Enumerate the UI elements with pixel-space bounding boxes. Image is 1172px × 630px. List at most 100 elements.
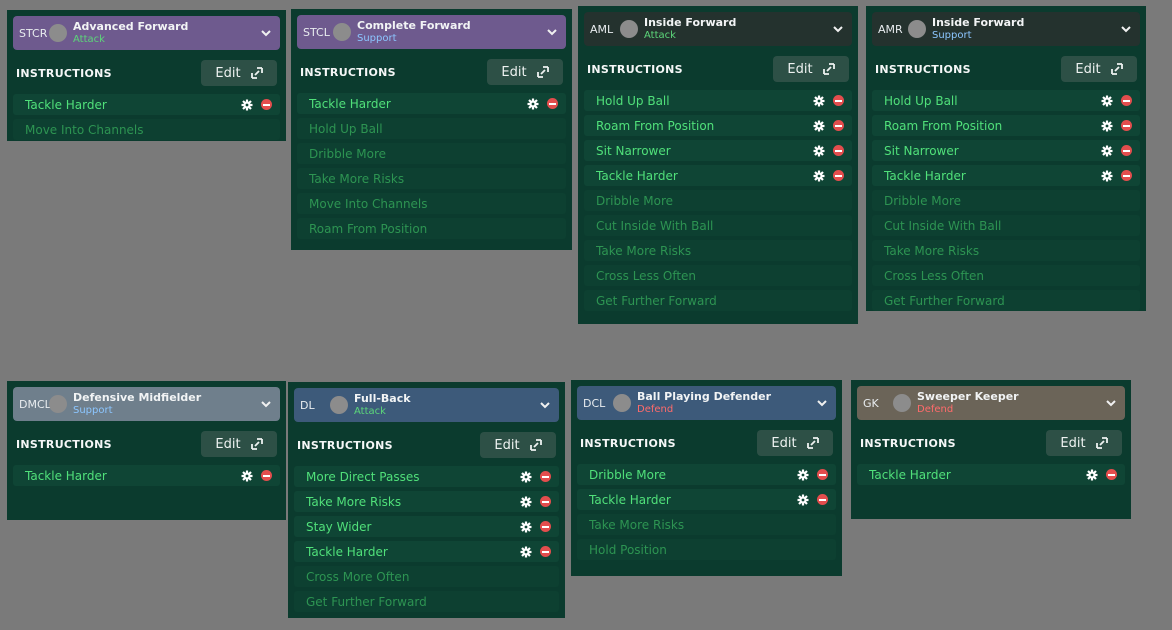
edit-button[interactable]: Edit xyxy=(773,56,849,82)
remove-icon[interactable] xyxy=(1121,95,1132,106)
remove-icon[interactable] xyxy=(547,98,558,109)
instruction-item[interactable]: Tackle Harder xyxy=(13,465,280,486)
instruction-item[interactable]: Dribble More xyxy=(577,464,836,485)
instruction-item[interactable]: Roam From Position xyxy=(584,115,852,136)
gear-icon[interactable] xyxy=(813,170,825,182)
remove-icon[interactable] xyxy=(1121,170,1132,181)
remove-icon[interactable] xyxy=(540,521,551,532)
gear-icon[interactable] xyxy=(241,99,253,111)
remove-icon[interactable] xyxy=(540,471,551,482)
instruction-item[interactable]: Tackle Harder xyxy=(297,93,566,114)
remove-icon[interactable] xyxy=(833,120,844,131)
instruction-item[interactable]: Get Further Forward xyxy=(294,591,559,612)
gear-icon[interactable] xyxy=(520,496,532,508)
chevron-down-icon[interactable] xyxy=(832,23,844,35)
gear-icon[interactable] xyxy=(1086,469,1098,481)
instruction-item[interactable]: Move Into Channels xyxy=(13,119,280,140)
remove-icon[interactable] xyxy=(1121,145,1132,156)
gear-icon[interactable] xyxy=(1101,120,1113,132)
instruction-item[interactable]: Get Further Forward xyxy=(584,290,852,311)
edit-button[interactable]: Edit xyxy=(1046,430,1122,456)
instruction-item[interactable]: Hold Position xyxy=(577,539,836,560)
gear-icon[interactable] xyxy=(527,98,539,110)
edit-button[interactable]: Edit xyxy=(201,60,277,86)
remove-icon[interactable] xyxy=(833,95,844,106)
gear-icon[interactable] xyxy=(520,521,532,533)
instruction-item[interactable]: Roam From Position xyxy=(872,115,1140,136)
instruction-item[interactable]: Tackle Harder xyxy=(577,489,836,510)
instruction-item[interactable]: Dribble More xyxy=(584,190,852,211)
instruction-item[interactable]: Roam From Position xyxy=(297,218,566,239)
gear-icon[interactable] xyxy=(1101,145,1113,157)
gear-icon[interactable] xyxy=(813,120,825,132)
instruction-item[interactable]: Dribble More xyxy=(297,143,566,164)
remove-icon[interactable] xyxy=(817,469,828,480)
instruction-item[interactable]: Tackle Harder xyxy=(294,541,559,562)
chevron-down-icon[interactable] xyxy=(260,27,272,39)
instruction-item[interactable]: Hold Up Ball xyxy=(297,118,566,139)
edit-button[interactable]: Edit xyxy=(487,59,563,85)
gear-icon[interactable] xyxy=(520,471,532,483)
instruction-item[interactable]: More Direct Passes xyxy=(294,466,559,487)
instruction-item[interactable]: Tackle Harder xyxy=(13,94,280,115)
remove-icon[interactable] xyxy=(540,496,551,507)
remove-icon[interactable] xyxy=(833,145,844,156)
instruction-item[interactable]: Cross Less Often xyxy=(584,265,852,286)
chevron-down-icon[interactable] xyxy=(260,398,272,410)
instruction-item[interactable]: Dribble More xyxy=(872,190,1140,211)
instruction-item[interactable]: Cut Inside With Ball xyxy=(584,215,852,236)
gear-icon[interactable] xyxy=(797,469,809,481)
gear-icon[interactable] xyxy=(1101,170,1113,182)
instruction-item[interactable]: Take More Risks xyxy=(577,514,836,535)
instruction-item[interactable]: Take More Risks xyxy=(584,240,852,261)
gear-icon[interactable] xyxy=(813,95,825,107)
role-header[interactable]: DCL Ball Playing Defender Defend xyxy=(577,386,836,420)
role-header[interactable]: STCR Advanced Forward Attack xyxy=(13,16,280,50)
chevron-down-icon[interactable] xyxy=(539,399,551,411)
edit-button[interactable]: Edit xyxy=(201,431,277,457)
instruction-item[interactable]: Hold Up Ball xyxy=(872,90,1140,111)
instruction-item[interactable]: Take More Risks xyxy=(872,240,1140,261)
edit-button[interactable]: Edit xyxy=(480,432,556,458)
remove-icon[interactable] xyxy=(1121,120,1132,131)
instruction-item[interactable]: Cross Less Often xyxy=(872,265,1140,286)
instruction-item[interactable]: Move Into Channels xyxy=(297,193,566,214)
instruction-item[interactable]: Cut Inside With Ball xyxy=(872,215,1140,236)
chevron-down-icon[interactable] xyxy=(1120,23,1132,35)
edit-button[interactable]: Edit xyxy=(1061,56,1137,82)
role-header[interactable]: STCL Complete Forward Support xyxy=(297,15,566,49)
role-header[interactable]: AMR Inside Forward Support xyxy=(872,12,1140,46)
remove-icon[interactable] xyxy=(261,470,272,481)
role-header[interactable]: DL Full-Back Attack xyxy=(294,388,559,422)
role-name: Advanced Forward xyxy=(73,20,189,33)
instruction-item[interactable]: Tackle Harder xyxy=(584,165,852,186)
role-header[interactable]: GK Sweeper Keeper Defend xyxy=(857,386,1125,420)
role-header[interactable]: DMCL Defensive Midfielder Support xyxy=(13,387,280,421)
instruction-item[interactable]: Take More Risks xyxy=(297,168,566,189)
remove-icon[interactable] xyxy=(261,99,272,110)
chevron-down-icon[interactable] xyxy=(546,26,558,38)
instruction-item[interactable]: Tackle Harder xyxy=(872,165,1140,186)
gear-icon[interactable] xyxy=(241,470,253,482)
instruction-item[interactable]: Get Further Forward xyxy=(872,290,1140,311)
remove-icon[interactable] xyxy=(817,494,828,505)
instruction-item[interactable]: Cross More Often xyxy=(294,566,559,587)
remove-icon[interactable] xyxy=(540,546,551,557)
edit-button-label: Edit xyxy=(215,436,241,452)
instruction-item[interactable]: Take More Risks xyxy=(294,491,559,512)
remove-icon[interactable] xyxy=(833,170,844,181)
edit-button[interactable]: Edit xyxy=(757,430,833,456)
gear-icon[interactable] xyxy=(797,494,809,506)
gear-icon[interactable] xyxy=(1101,95,1113,107)
chevron-down-icon[interactable] xyxy=(816,397,828,409)
chevron-down-icon[interactable] xyxy=(1105,397,1117,409)
role-header[interactable]: AML Inside Forward Attack xyxy=(584,12,852,46)
instruction-item[interactable]: Sit Narrower xyxy=(584,140,852,161)
remove-icon[interactable] xyxy=(1106,469,1117,480)
instruction-item[interactable]: Stay Wider xyxy=(294,516,559,537)
instruction-item[interactable]: Hold Up Ball xyxy=(584,90,852,111)
gear-icon[interactable] xyxy=(520,546,532,558)
gear-icon[interactable] xyxy=(813,145,825,157)
instruction-item[interactable]: Sit Narrower xyxy=(872,140,1140,161)
instruction-item[interactable]: Tackle Harder xyxy=(857,464,1125,485)
